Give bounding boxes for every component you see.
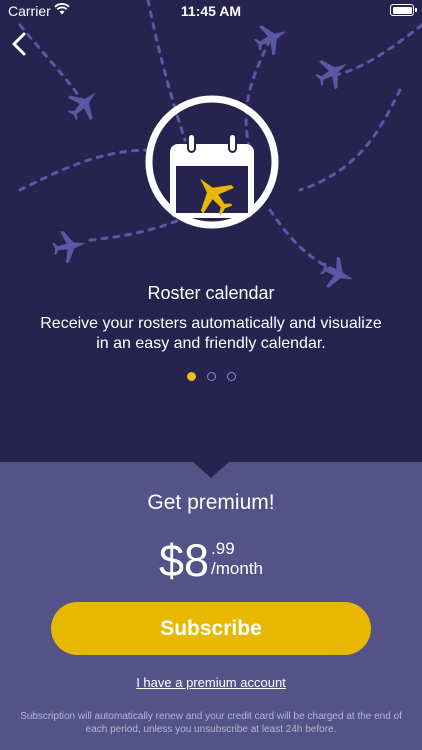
page-dot-2[interactable] (206, 372, 216, 381)
price-period: /month (211, 559, 264, 578)
page-dot-1[interactable] (186, 372, 196, 381)
page-indicator (0, 372, 422, 381)
feature-title: Roster calendar (147, 283, 275, 303)
premium-title: Get premium! (147, 491, 275, 514)
price-cents: .99 (211, 539, 235, 558)
premium-account-link-row: I have a premium account (0, 675, 422, 690)
calendar-plane-icon (145, 95, 279, 229)
subscribe-button[interactable]: Subscribe (51, 602, 371, 655)
hero-section: Carrier 11:45 AM Roster calendar Receive… (0, 0, 422, 462)
panel-notch (193, 462, 229, 478)
status-bar: Carrier 11:45 AM (0, 0, 422, 22)
feature-description: Receive your rosters automatically and v… (40, 315, 382, 352)
back-button[interactable] (6, 30, 34, 58)
battery-icon (390, 4, 417, 16)
status-time: 11:45 AM (180, 3, 242, 19)
page-dot-3[interactable] (226, 372, 236, 381)
legal-text: Subscription will automatically renew an… (20, 711, 402, 735)
price-amount: $8 (158, 535, 210, 586)
flight-paths-decoration (18, 0, 422, 288)
price-display: $8 .99 /month (0, 536, 422, 586)
chevron-left-icon (12, 32, 26, 56)
premium-account-link[interactable]: I have a premium account (136, 675, 286, 690)
